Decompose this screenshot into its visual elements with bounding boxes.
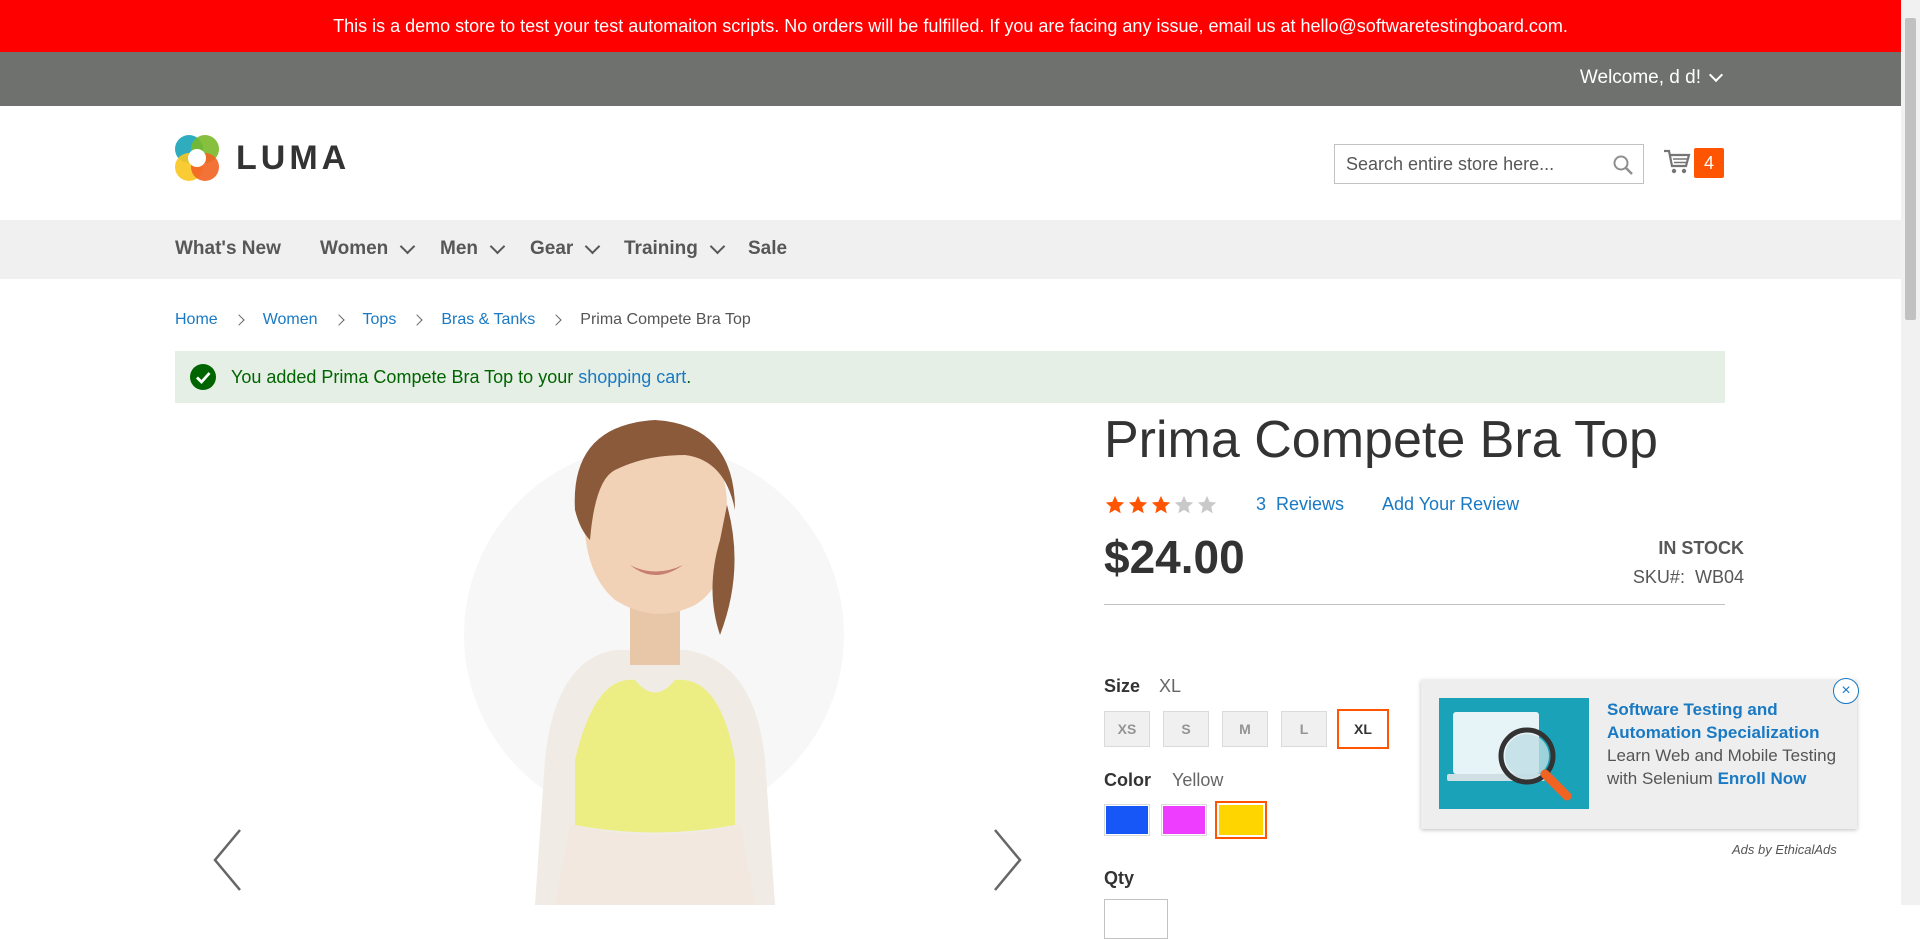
add-review-link[interactable]: Add Your Review [1382,494,1519,515]
color-swatch-yellow[interactable] [1215,801,1267,839]
reviews-label: Reviews [1276,494,1345,514]
nav-item-whats-new[interactable]: What's New [175,238,281,260]
cart-count-badge[interactable]: 4 [1694,148,1724,178]
demo-notice-banner: This is a demo store to test your test a… [0,0,1901,52]
reviews-count: 3 [1256,494,1267,514]
stock-status: IN STOCK [1658,538,1744,558]
star-icon [1174,495,1194,514]
nav-item-men[interactable]: Men [440,238,506,260]
chevron-right-icon [233,314,245,326]
nav-item-label: Gear [530,238,574,259]
divider [1104,604,1725,605]
product-title: Prima Compete Bra Top [1104,411,1658,469]
page-header: LUMA 4 [0,106,1901,220]
size-swatch-l[interactable]: L [1281,711,1327,747]
color-swatch-blue[interactable] [1104,804,1150,836]
size-selected-value: XL [1159,676,1182,696]
nav-item-women[interactable]: Women [320,238,416,260]
nav-item-label: Sale [748,238,788,259]
sku-label: SKU#: [1632,567,1685,587]
breadcrumb-bras-tanks[interactable]: Bras & Tanks [441,311,535,329]
size-swatch-xs[interactable]: XS [1104,711,1150,747]
page-scrollbar[interactable] [1901,0,1920,905]
color-swatch-purple[interactable] [1161,804,1207,836]
product-price: $24.00 [1104,531,1245,583]
message-prefix: You added Prima Compete Bra Top to your [231,366,579,387]
nav-item-label: Women [320,238,389,259]
message-suffix: . [686,366,692,387]
gallery-prev-arrow-icon[interactable] [200,820,260,900]
reviews-link[interactable]: 3 Reviews [1256,494,1344,515]
star-icon [1105,495,1125,514]
size-swatch-xl[interactable]: XL [1337,709,1389,749]
luma-logo-icon [175,135,219,181]
chevron-right-icon [332,314,345,326]
star-icon [1151,495,1171,514]
ethicalads-banner[interactable]: Software Testing and Automation Speciali… [1421,680,1857,829]
panel-header: Welcome, d d! [0,52,1901,106]
chevron-right-icon [550,314,562,326]
search-input[interactable] [1334,144,1644,184]
star-icon [1197,495,1217,514]
breadcrumb-tops[interactable]: Tops [363,311,397,329]
ad-image [1439,698,1589,809]
product-image [464,420,844,905]
color-label: Color [1104,770,1151,790]
ad-text: Software Testing and Automation Speciali… [1607,698,1843,790]
success-message: You added Prima Compete Bra Top to your … [175,351,1725,403]
star-icon [1128,495,1148,514]
size-swatch-s[interactable]: S [1163,711,1209,747]
size-label: Size [1104,676,1141,696]
breadcrumb-current: Prima Compete Bra Top [580,311,751,328]
chevron-down-icon [709,238,726,254]
success-message-text: You added Prima Compete Bra Top to your … [231,367,691,388]
welcome-text: Welcome, d d! [1579,67,1701,88]
close-icon[interactable]: × [1833,678,1859,704]
luma-logo[interactable]: LUMA [174,134,350,182]
nav-item-training[interactable]: Training [624,238,726,260]
color-selected-value: Yellow [1172,770,1224,790]
checkmark-icon [190,364,216,390]
breadcrumb-home[interactable]: Home [175,311,218,329]
rating-stars [1104,494,1218,516]
search-icon[interactable] [1612,154,1634,176]
logo-text: LUMA [236,138,351,177]
main-navigation: What's New Women Men Gear Training Sale [0,220,1901,279]
nav-item-sale[interactable]: Sale [748,238,787,260]
ad-enroll-link[interactable]: Enroll Now [1718,769,1807,788]
chevron-down-icon [399,238,416,254]
chevron-down-icon [1708,67,1724,83]
chevron-down-icon [585,238,601,254]
shopping-cart-link[interactable]: shopping cart [578,367,686,387]
gallery-next-arrow-icon[interactable] [975,820,1035,900]
ad-attribution[interactable]: Ads by EthicalAds [1732,842,1837,857]
qty-input[interactable] [1104,899,1168,939]
cart-icon[interactable] [1662,146,1692,176]
breadcrumb: Home Women Tops Bras & Tanks Prima Compe… [175,311,751,329]
qty-label: Qty [1104,868,1135,888]
nav-item-label: Training [624,238,698,259]
product-gallery [175,420,1055,905]
customer-welcome-menu[interactable]: Welcome, d d! [1579,67,1724,89]
scrollbar-thumb[interactable] [1905,18,1916,320]
nav-item-gear[interactable]: Gear [530,238,601,260]
product-sku: SKU#: WB04 [1633,567,1744,588]
nav-item-label: Men [440,238,478,259]
size-swatch-m[interactable]: M [1222,711,1268,747]
chevron-down-icon [489,238,506,254]
sku-value: WB04 [1694,567,1744,587]
chevron-right-icon [411,314,423,326]
nav-item-label: What's New [175,238,281,259]
breadcrumb-women[interactable]: Women [263,311,318,329]
demo-notice-text: This is a demo store to test your test a… [333,15,1568,36]
ad-title[interactable]: Software Testing and Automation Speciali… [1607,700,1820,742]
